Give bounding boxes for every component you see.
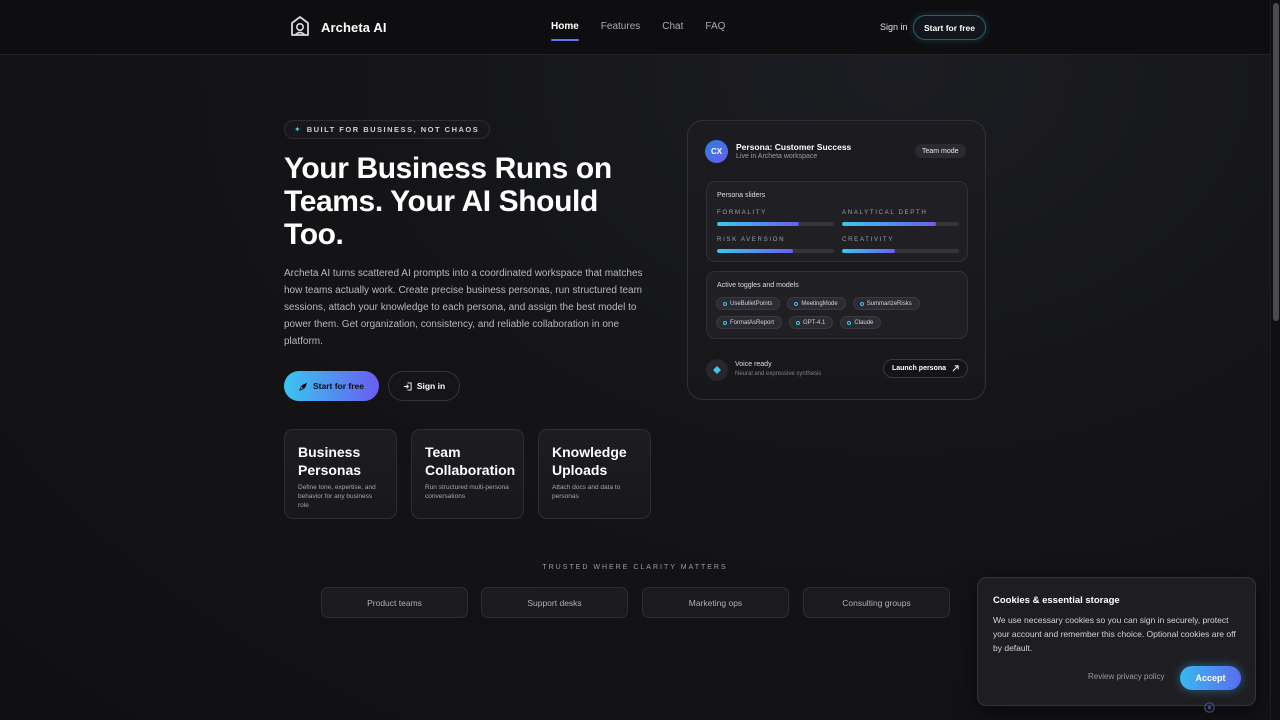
trusted-item-support-desks: Support desks: [481, 587, 628, 618]
hero-sign-in-button[interactable]: Sign in: [388, 371, 460, 401]
slider-fill: [842, 249, 895, 253]
sparkle-icon: ✦: [294, 125, 301, 134]
tag-use-bullet-points[interactable]: UseBulletPoints: [716, 297, 781, 310]
hero-description: Archeta AI turns scattered AI prompts in…: [284, 268, 643, 347]
nav-start-free-button[interactable]: Start for free: [913, 15, 986, 40]
persona-title: Persona: Customer Success: [736, 142, 852, 152]
tag-dot-icon: [796, 320, 801, 325]
tag-label: FormatAsReport: [730, 319, 775, 326]
hero-badge: ✦ BUILT FOR BUSINESS, NOT CHAOS: [284, 120, 491, 139]
slider-label: ANALYTICAL DEPTH: [842, 209, 928, 216]
persona-sliders-panel: Persona sliders FORMALITY ANALYTICAL DEP…: [706, 181, 968, 262]
feature-desc: Attach docs and data to personas: [552, 484, 621, 500]
arrow-up-right-icon: [952, 365, 959, 372]
cookie-settings-icon[interactable]: [1203, 701, 1216, 714]
hero-badge-text: BUILT FOR BUSINESS, NOT CHAOS: [306, 125, 480, 134]
page-scrollbar[interactable]: [1270, 0, 1280, 720]
tag-label: MeetingMode: [801, 300, 838, 307]
nav-sign-in-link[interactable]: Sign in: [880, 22, 908, 32]
rocket-icon: [299, 382, 308, 391]
tag-dot-icon: [859, 301, 864, 306]
tag-dot-icon: [847, 320, 852, 325]
slider-creativity[interactable]: CREATIVITY: [842, 236, 959, 253]
feature-card-collaboration: Team Collaboration Run structured multi-…: [411, 429, 524, 519]
slider-fill: [717, 222, 799, 226]
voice-subtitle: Neural and expressive synthesis: [735, 371, 822, 377]
tag-label: GPT-4.1: [803, 319, 826, 326]
toggles-panel: Active toggles and models UseBulletPoint…: [706, 271, 968, 339]
brand[interactable]: Archeta AI: [289, 15, 387, 39]
voice-title: Voice ready: [735, 361, 772, 368]
slider-label: FORMALITY: [717, 209, 767, 216]
archeta-logo-icon: [291, 16, 309, 36]
sign-in-icon: [403, 381, 412, 391]
persona-subtitle: Live in Archeta workspace: [736, 153, 818, 160]
brand-name: Archeta AI: [321, 19, 387, 35]
slider-label: RISK AVERSION: [717, 236, 786, 243]
slider-analytical-depth[interactable]: ANALYTICAL DEPTH: [842, 209, 959, 226]
voice-wave-icon: [713, 366, 721, 374]
feature-desc: Define tone, expertise, and behavior for…: [298, 484, 376, 509]
privacy-policy-link[interactable]: Review privacy policy: [1088, 672, 1164, 681]
feature-title: Team Collaboration: [425, 444, 516, 478]
nav-chat[interactable]: Chat: [662, 21, 683, 41]
nav-features[interactable]: Features: [601, 21, 640, 41]
trusted-item-marketing-ops: Marketing ops: [642, 587, 789, 618]
slider-risk-aversion[interactable]: RISK AVERSION: [717, 236, 834, 253]
feature-desc: Run structured multi-persona conversatio…: [425, 484, 509, 500]
voice-icon: [706, 359, 728, 381]
launch-persona-button[interactable]: Launch persona: [883, 359, 968, 378]
trusted-item-consulting-groups: Consulting groups: [803, 587, 950, 618]
tag-summarize-risks[interactable]: SummarizeRisks: [852, 297, 920, 310]
feature-title: Knowledge Uploads: [552, 444, 627, 478]
slider-track: [717, 222, 834, 226]
toggles-title: Active toggles and models: [717, 282, 799, 289]
accept-cookies-button[interactable]: Accept: [1180, 666, 1241, 690]
trusted-item-product-teams: Product teams: [321, 587, 468, 618]
scrollbar-thumb[interactable]: [1273, 3, 1279, 321]
tag-label: SummarizeRisks: [866, 300, 912, 307]
hero-start-free-button[interactable]: Start for free: [284, 371, 379, 401]
slider-fill: [842, 222, 936, 226]
sliders-title: Persona sliders: [717, 192, 766, 199]
tag-meeting-mode[interactable]: MeetingMode: [787, 297, 846, 310]
top-nav: Archeta AI Home Features Chat FAQ Sign i…: [0, 0, 1280, 55]
persona-avatar: CX: [705, 140, 728, 163]
tag-claude[interactable]: Claude: [840, 316, 882, 329]
launch-persona-label: Launch persona: [891, 365, 947, 372]
tag-label: UseBulletPoints: [730, 300, 773, 307]
feature-title: Business Personas: [298, 444, 362, 478]
slider-fill: [717, 249, 794, 253]
cookie-banner: Cookies & essential storage We use neces…: [977, 577, 1256, 706]
feature-card-knowledge: Knowledge Uploads Attach docs and data t…: [538, 429, 651, 519]
slider-formality[interactable]: FORMALITY: [717, 209, 834, 226]
tag-format-as-report[interactable]: FormatAsReport: [716, 316, 783, 329]
tag-dot-icon: [723, 301, 727, 306]
tag-label: Claude: [854, 319, 874, 326]
persona-preview-card: CX Persona: Customer Success Live in Arc…: [687, 120, 986, 400]
tag-gpt-4-1[interactable]: GPT-4.1: [789, 316, 834, 329]
feature-card-personas: Business Personas Define tone, expertise…: [284, 429, 397, 519]
hero-title: Your Business Runs on Teams. Your AI Sho…: [284, 152, 612, 251]
hero-start-free-label: Start for free: [312, 381, 364, 391]
slider-track: [842, 249, 959, 253]
nav-faq[interactable]: FAQ: [705, 21, 725, 41]
slider-track: [717, 249, 834, 253]
slider-track: [842, 222, 959, 226]
team-mode-badge: Team mode: [915, 144, 966, 158]
tag-list: UseBulletPoints MeetingMode SummarizeRis…: [716, 297, 960, 329]
tag-dot-icon: [723, 320, 727, 325]
slider-label: CREATIVITY: [842, 236, 894, 243]
cookie-title: Cookies & essential storage: [993, 595, 1120, 606]
tag-dot-icon: [794, 301, 799, 306]
nav-home[interactable]: Home: [551, 21, 579, 41]
nav-links: Home Features Chat FAQ: [551, 21, 747, 41]
trusted-heading: TRUSTED WHERE CLARITY MATTERS: [542, 564, 728, 571]
hero-sign-in-label: Sign in: [416, 381, 446, 391]
cookie-text: We use necessary cookies so you can sign…: [993, 615, 1236, 653]
